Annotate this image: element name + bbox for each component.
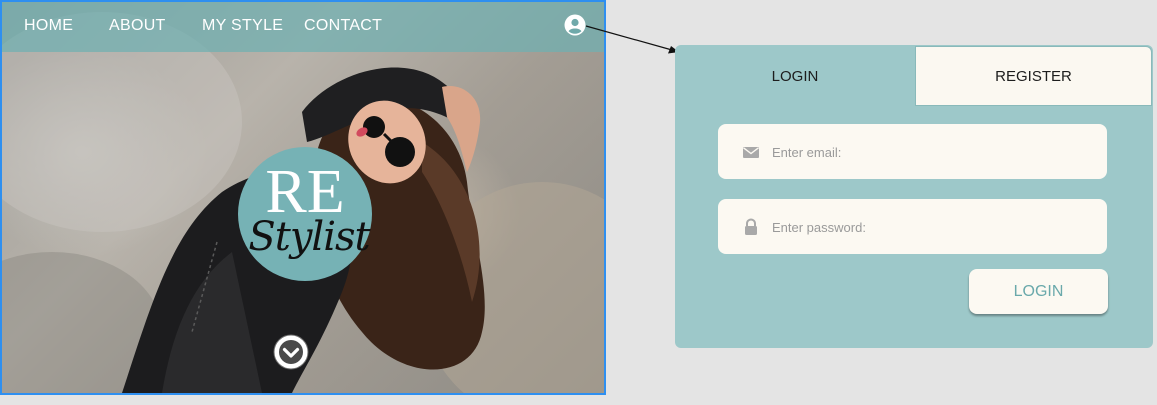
password-field [718, 199, 1107, 256]
tab-register[interactable]: REGISTER [915, 46, 1152, 106]
envelope-icon [743, 147, 759, 158]
password-input[interactable] [770, 199, 1094, 256]
brand-logo: RE Stylist [238, 147, 372, 281]
lock-icon [745, 218, 757, 235]
chevron-down-circle-icon[interactable] [273, 334, 309, 370]
nav-home[interactable]: HOME [24, 17, 73, 35]
email-input[interactable] [770, 124, 1094, 181]
hero-frame: HOME ABOUT MY STYLE CONTACT RE Stylist [0, 0, 606, 395]
nav-contact[interactable]: CONTACT [304, 17, 382, 35]
top-navbar: HOME ABOUT MY STYLE CONTACT [2, 2, 604, 52]
user-circle-icon[interactable] [564, 14, 586, 36]
nav-about[interactable]: ABOUT [109, 17, 166, 35]
email-field [718, 124, 1107, 181]
login-button[interactable]: LOGIN [969, 269, 1108, 314]
tab-login[interactable]: LOGIN [675, 45, 915, 107]
nav-my-style[interactable]: MY STYLE [202, 17, 283, 35]
logo-stylist-text: Stylist [248, 214, 370, 260]
auth-panel: LOGIN REGISTER LOGIN [675, 45, 1153, 348]
